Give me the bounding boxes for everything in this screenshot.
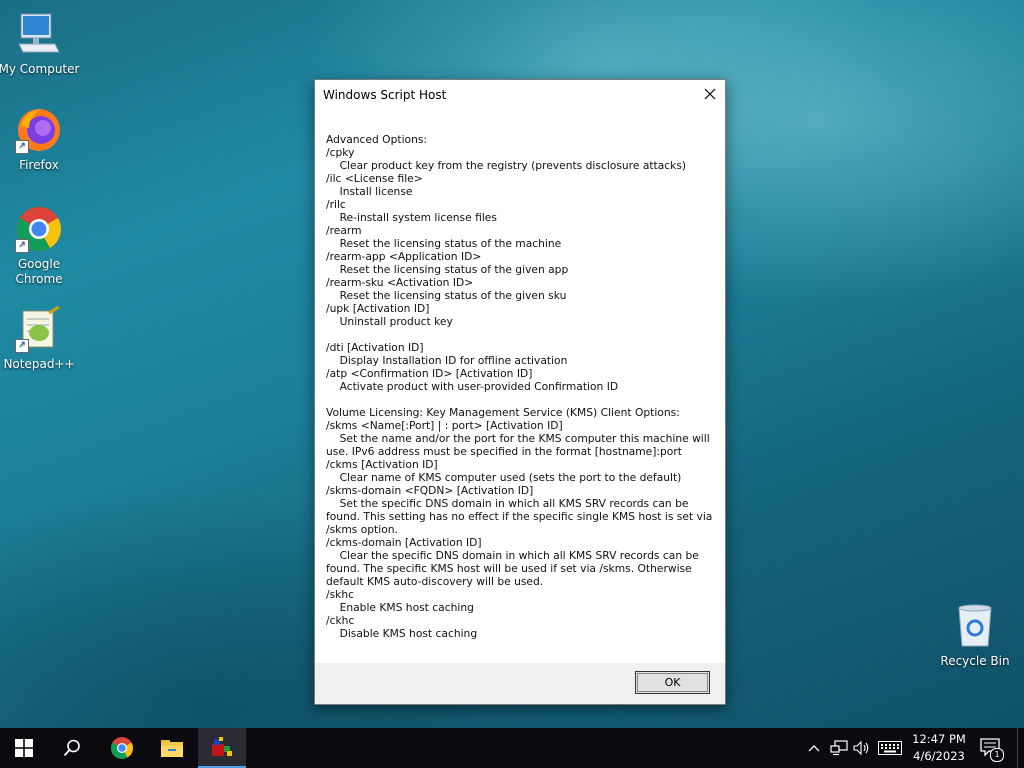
desktop-icon-recycle-bin[interactable]: Recycle Bin <box>933 602 1017 669</box>
network-button[interactable] <box>830 738 848 758</box>
windows-script-host-dialog: Windows Script Host Advanced Options: /c… <box>314 79 726 705</box>
clock-date: 4/6/2023 <box>913 749 965 763</box>
recycle-bin-icon <box>951 602 999 650</box>
action-center-button[interactable]: 1 <box>976 736 1006 762</box>
desktop-icon-my-computer[interactable]: My Computer <box>0 10 81 77</box>
dialog-message: Advanced Options: /cpky Clear product ke… <box>326 133 713 640</box>
network-icon <box>830 740 848 756</box>
computer-icon <box>15 10 63 58</box>
script-host-icon <box>212 737 232 756</box>
close-icon <box>704 88 716 100</box>
desktop-icon-chrome[interactable]: ↗ Google Chrome <box>0 205 81 287</box>
ok-button[interactable]: OK <box>635 671 710 694</box>
start-button[interactable] <box>0 728 48 768</box>
firefox-icon: ↗ <box>15 106 63 154</box>
chrome-icon <box>111 737 133 759</box>
desktop-icon-label: My Computer <box>0 62 80 76</box>
desktop-icon-notepadpp[interactable]: ↗ Notepad++ <box>0 305 81 372</box>
touch-keyboard-button[interactable] <box>878 738 902 758</box>
shortcut-arrow-icon: ↗ <box>15 140 29 154</box>
taskbar-windows-script-host[interactable] <box>198 728 246 768</box>
taskbar-chrome[interactable] <box>98 728 146 768</box>
notification-count-badge: 1 <box>990 748 1004 762</box>
search-button[interactable] <box>48 728 96 768</box>
chevron-up-icon <box>808 745 820 752</box>
volume-button[interactable] <box>853 738 871 758</box>
desktop-icon-label: Google Chrome <box>15 257 63 286</box>
notepadpp-icon: ↗ <box>15 305 63 353</box>
chrome-icon: ↗ <box>15 205 63 253</box>
clock[interactable]: 12:47 PM 4/6/2023 <box>904 731 974 765</box>
desktop-icon-label: Notepad++ <box>3 357 75 371</box>
clock-time: 12:47 PM <box>912 732 966 746</box>
file-explorer-icon <box>161 740 183 757</box>
search-icon <box>63 739 80 757</box>
volume-icon <box>853 740 869 756</box>
dialog-titlebar[interactable]: Windows Script Host <box>315 80 725 110</box>
taskbar-file-explorer[interactable] <box>148 728 196 768</box>
start-icon <box>15 739 33 757</box>
taskbar: 12:47 PM 4/6/2023 1 <box>0 728 1024 768</box>
show-hidden-icons-button[interactable] <box>806 738 822 758</box>
show-desktop-button[interactable] <box>1017 728 1024 768</box>
dialog-title: Windows Script Host <box>323 88 447 102</box>
keyboard-icon <box>878 741 902 755</box>
shortcut-arrow-icon: ↗ <box>15 339 29 353</box>
dialog-footer: OK <box>315 663 725 704</box>
shortcut-arrow-icon: ↗ <box>15 239 29 253</box>
desktop-icon-label: Firefox <box>19 158 59 172</box>
close-button[interactable] <box>695 80 725 108</box>
desktop-icon-firefox[interactable]: ↗ Firefox <box>0 106 81 173</box>
desktop-icon-label: Recycle Bin <box>940 654 1010 668</box>
